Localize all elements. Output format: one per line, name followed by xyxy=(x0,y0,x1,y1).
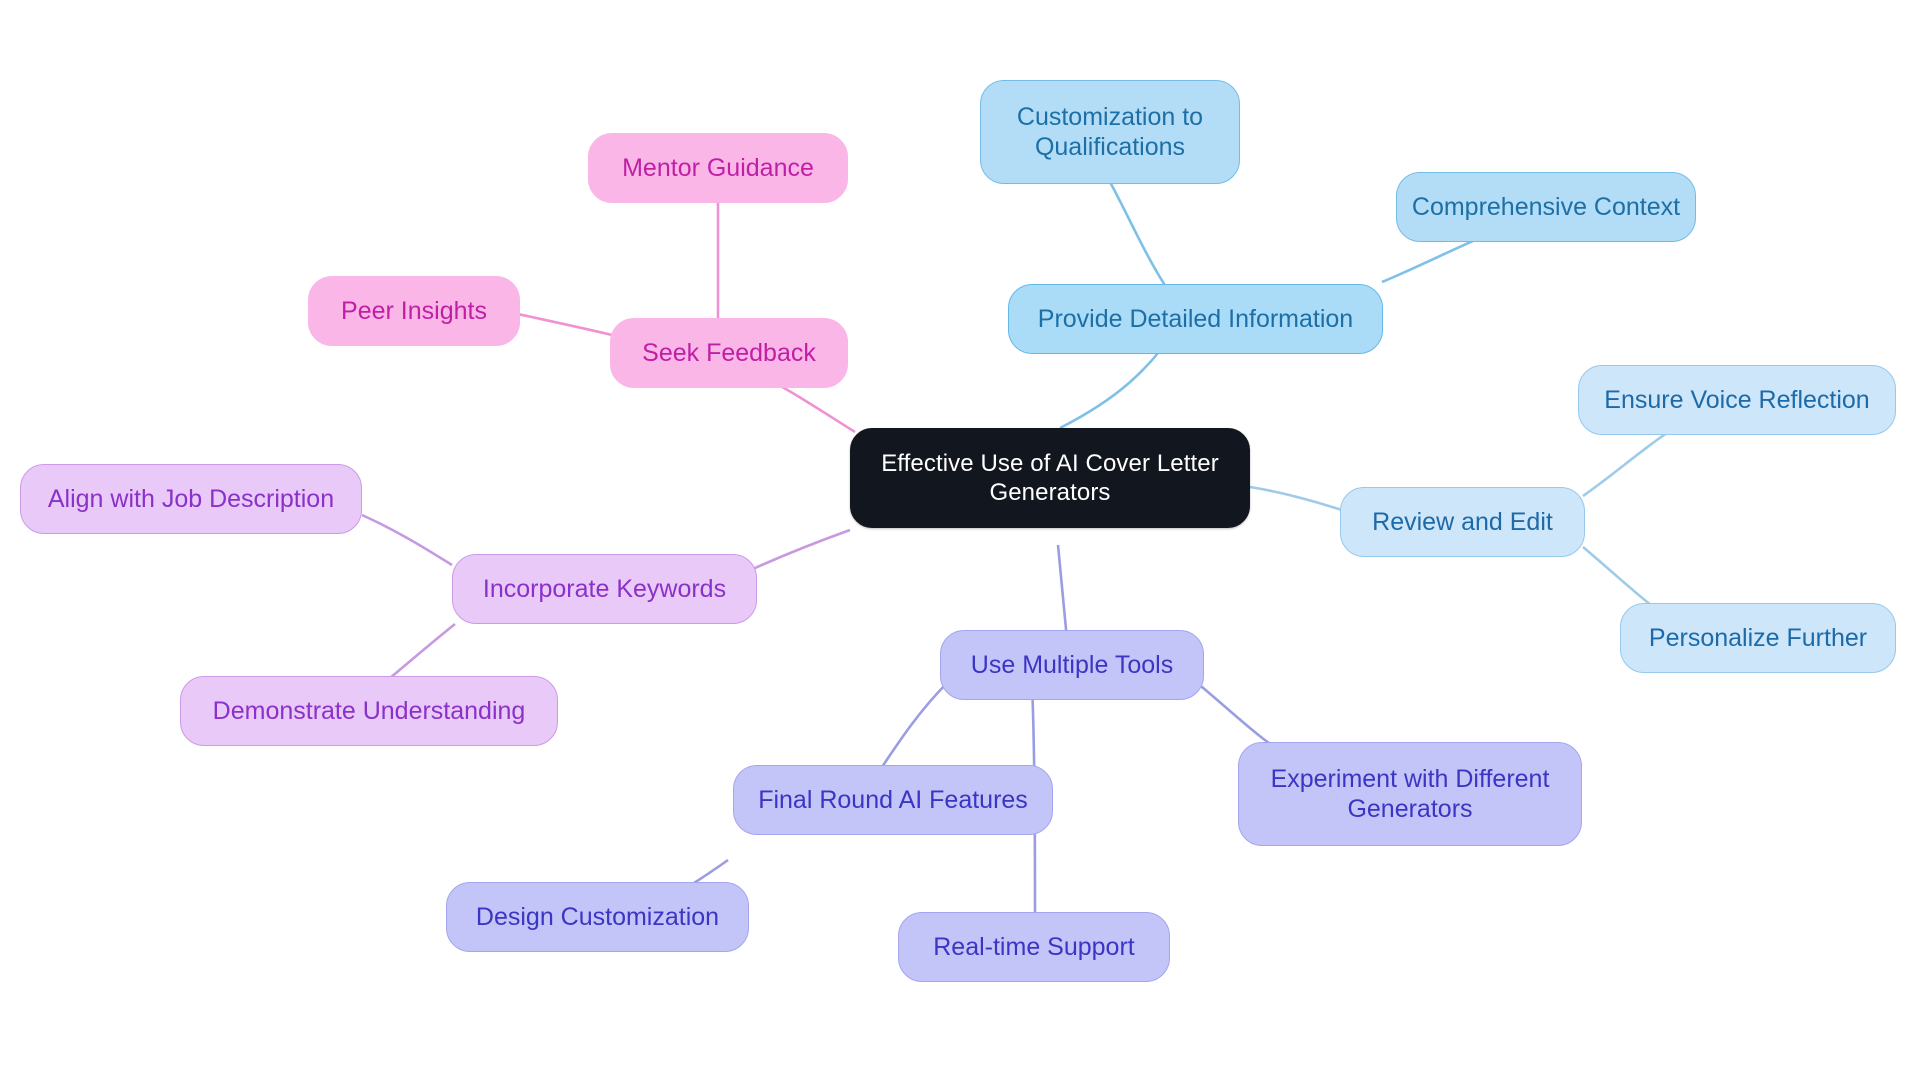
child-node-mentor-guidance[interactable]: Mentor Guidance xyxy=(588,133,848,203)
child-node-final-round-ai-features[interactable]: Final Round AI Features xyxy=(733,765,1053,835)
child-node-demonstrate-understanding[interactable]: Demonstrate Understanding xyxy=(180,676,558,746)
mindmap-root-node[interactable]: Effective Use of AI Cover Letter Generat… xyxy=(850,428,1250,528)
branch-node-use-multiple-tools[interactable]: Use Multiple Tools xyxy=(940,630,1204,700)
child-node-real-time-support[interactable]: Real-time Support xyxy=(898,912,1170,982)
child-node-customization-to-qualifications[interactable]: Customization to Qualifications xyxy=(980,80,1240,184)
branch-node-seek-feedback[interactable]: Seek Feedback xyxy=(610,318,848,388)
child-node-ensure-voice-reflection[interactable]: Ensure Voice Reflection xyxy=(1578,365,1896,435)
child-node-comprehensive-context[interactable]: Comprehensive Context xyxy=(1396,172,1696,242)
branch-node-review-and-edit[interactable]: Review and Edit xyxy=(1340,487,1585,557)
child-node-peer-insights[interactable]: Peer Insights xyxy=(308,276,520,346)
branch-node-incorporate-keywords[interactable]: Incorporate Keywords xyxy=(452,554,757,624)
branch-node-provide-detailed-information[interactable]: Provide Detailed Information xyxy=(1008,284,1383,354)
child-node-experiment-with-different-generators[interactable]: Experiment with Different Generators xyxy=(1238,742,1582,846)
child-node-design-customization[interactable]: Design Customization xyxy=(446,882,749,952)
mindmap-canvas: Effective Use of AI Cover Letter Generat… xyxy=(0,0,1920,1083)
child-node-personalize-further[interactable]: Personalize Further xyxy=(1620,603,1896,673)
child-node-align-with-job-description[interactable]: Align with Job Description xyxy=(20,464,362,534)
